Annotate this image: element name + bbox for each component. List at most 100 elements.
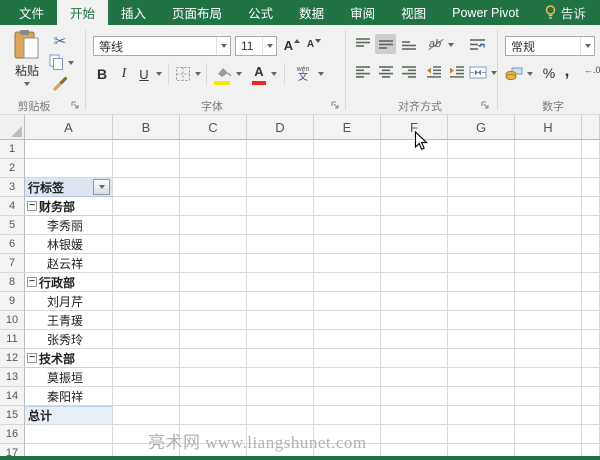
collapse-button[interactable]: − [27, 353, 37, 363]
cell-partial11[interactable] [582, 330, 600, 349]
cell-partial13[interactable] [582, 368, 600, 387]
font-size-combo[interactable]: 11 [235, 36, 277, 56]
row-header-6[interactable]: 6 [0, 235, 25, 254]
cell-F14[interactable] [381, 387, 448, 406]
cell-partial1[interactable] [582, 140, 600, 159]
filter-dropdown-button[interactable] [93, 179, 110, 195]
cell-E1[interactable] [314, 140, 381, 159]
cell-partial5[interactable] [582, 216, 600, 235]
cell-B15[interactable] [113, 406, 180, 425]
cell-F9[interactable] [381, 292, 448, 311]
cell-A4[interactable]: − 财务部 [25, 197, 113, 216]
decrease-font-size-button[interactable]: A [304, 35, 324, 55]
cell-F15[interactable] [381, 406, 448, 425]
cell-F11[interactable] [381, 330, 448, 349]
cell-D9[interactable] [247, 292, 314, 311]
cell-D6[interactable] [247, 235, 314, 254]
cell-B5[interactable] [113, 216, 180, 235]
comma-style-button[interactable]: , [560, 61, 574, 81]
cell-D5[interactable] [247, 216, 314, 235]
cell-C10[interactable] [180, 311, 247, 330]
cell-F13[interactable] [381, 368, 448, 387]
cell-G7[interactable] [448, 254, 515, 273]
cell-H4[interactable] [515, 197, 582, 216]
cell-C8[interactable] [180, 273, 247, 292]
cell-partial10[interactable] [582, 311, 600, 330]
merge-center-button[interactable] [467, 62, 489, 82]
cell-partial8[interactable] [582, 273, 600, 292]
cell-C6[interactable] [180, 235, 247, 254]
tab-data[interactable]: 数据 [286, 0, 337, 25]
accounting-format-button[interactable] [503, 63, 525, 83]
cell-B2[interactable] [113, 159, 180, 178]
middle-align-button[interactable] [375, 34, 396, 54]
cell-partial9[interactable] [582, 292, 600, 311]
row-header-15[interactable]: 15 [0, 406, 25, 425]
clipboard-dialog-launcher-icon[interactable] [70, 100, 80, 110]
copy-button[interactable] [47, 53, 65, 71]
cell-D14[interactable] [247, 387, 314, 406]
italic-button[interactable]: I [115, 63, 133, 85]
cell-F3[interactable] [381, 178, 448, 197]
tab-formulas[interactable]: 公式 [235, 0, 286, 25]
cell-G16[interactable] [448, 425, 515, 444]
cell-F16[interactable] [381, 425, 448, 444]
font-color-dropdown-arrow[interactable] [271, 72, 277, 76]
cell-B11[interactable] [113, 330, 180, 349]
cell-D2[interactable] [247, 159, 314, 178]
cell-C3[interactable] [180, 178, 247, 197]
tab-page-layout[interactable]: 页面布局 [159, 0, 235, 25]
row-header-1[interactable]: 1 [0, 140, 25, 159]
cell-A5[interactable]: 李秀丽 [25, 216, 113, 235]
percent-style-button[interactable]: % [540, 63, 558, 83]
cell-D11[interactable] [247, 330, 314, 349]
cell-partial7[interactable] [582, 254, 600, 273]
cell-D15[interactable] [247, 406, 314, 425]
cell-B6[interactable] [113, 235, 180, 254]
cell-D10[interactable] [247, 311, 314, 330]
cell-partial6[interactable] [582, 235, 600, 254]
cell-C5[interactable] [180, 216, 247, 235]
row-header-3[interactable]: 3 [0, 178, 25, 197]
row-header-16[interactable]: 16 [0, 425, 25, 444]
cell-F7[interactable] [381, 254, 448, 273]
cell-C12[interactable] [180, 349, 247, 368]
cell-F10[interactable] [381, 311, 448, 330]
cell-H1[interactable] [515, 140, 582, 159]
borders-dropdown-arrow[interactable] [195, 72, 201, 76]
cell-D12[interactable] [247, 349, 314, 368]
underline-dropdown-arrow[interactable] [156, 72, 162, 76]
cell-H14[interactable] [515, 387, 582, 406]
cell-partial16[interactable] [582, 425, 600, 444]
cell-H10[interactable] [515, 311, 582, 330]
column-header-B[interactable]: B [113, 115, 180, 140]
column-header-D[interactable]: D [247, 115, 314, 140]
cell-B7[interactable] [113, 254, 180, 273]
cell-G3[interactable] [448, 178, 515, 197]
cell-C13[interactable] [180, 368, 247, 387]
phonetic-guide-button[interactable]: wén 文 [292, 62, 314, 86]
tab-home[interactable]: 开始 [57, 0, 109, 25]
format-painter-button[interactable] [50, 74, 70, 92]
cell-partial2[interactable] [582, 159, 600, 178]
cell-F4[interactable] [381, 197, 448, 216]
row-header-13[interactable]: 13 [0, 368, 25, 387]
cell-C1[interactable] [180, 140, 247, 159]
collapse-button[interactable]: − [27, 201, 37, 211]
top-align-button[interactable] [352, 34, 373, 54]
cell-E13[interactable] [314, 368, 381, 387]
cell-G14[interactable] [448, 387, 515, 406]
cell-H8[interactable] [515, 273, 582, 292]
cell-G4[interactable] [448, 197, 515, 216]
cell-D13[interactable] [247, 368, 314, 387]
orientation-button[interactable]: ab [424, 34, 446, 54]
cell-G9[interactable] [448, 292, 515, 311]
cell-E12[interactable] [314, 349, 381, 368]
cell-H6[interactable] [515, 235, 582, 254]
cell-A13[interactable]: 莫振垣 [25, 368, 113, 387]
cell-A14[interactable]: 秦阳祥 [25, 387, 113, 406]
cell-H5[interactable] [515, 216, 582, 235]
orientation-dropdown-arrow[interactable] [448, 43, 454, 47]
tab-view[interactable]: 视图 [388, 0, 439, 25]
fill-color-button[interactable] [213, 63, 233, 85]
